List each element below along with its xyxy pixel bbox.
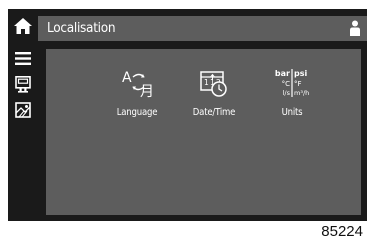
title-bar: Localisation bbox=[38, 16, 367, 41]
date-time-label: Date/Time bbox=[192, 107, 236, 118]
units-bar-text: bar bbox=[275, 69, 290, 78]
date-time-tile[interactable]: 1 1 2 Date/Time bbox=[179, 67, 249, 127]
units-fahrenheit-text: °F bbox=[294, 80, 302, 88]
menu-icon bbox=[15, 51, 31, 65]
svg-text:月: 月 bbox=[140, 84, 154, 98]
menu-button[interactable] bbox=[11, 47, 35, 69]
units-label: Units bbox=[281, 107, 303, 118]
page-title: Localisation bbox=[47, 20, 116, 36]
svg-text:1: 1 bbox=[204, 78, 209, 87]
sidebar bbox=[8, 43, 38, 221]
language-label: Language bbox=[116, 107, 158, 118]
units-ls-text: l/s bbox=[283, 89, 291, 97]
user-icon bbox=[350, 20, 360, 36]
user-button[interactable] bbox=[347, 18, 363, 38]
svg-text:A: A bbox=[122, 70, 132, 86]
map-button[interactable] bbox=[11, 99, 35, 121]
units-icon-wrap: bar psi °C °F l/s m³/h bbox=[272, 67, 312, 99]
map-icon bbox=[15, 102, 31, 118]
date-time-icon: 1 1 2 bbox=[200, 71, 227, 97]
figure-number: 85224 bbox=[321, 223, 363, 240]
top-bar: Localisation bbox=[8, 9, 367, 43]
controller-screen: Localisation A 月 Language 1 1 Date/Time … bbox=[8, 9, 367, 221]
language-icon: A 月 bbox=[122, 70, 154, 98]
units-celsius-text: °C bbox=[282, 80, 291, 88]
language-icon-wrap: A 月 bbox=[117, 67, 157, 99]
units-tile[interactable]: bar psi °C °F l/s m³/h Units bbox=[257, 67, 327, 127]
date-time-icon-wrap: 1 1 2 bbox=[194, 67, 234, 99]
language-tile[interactable]: A 月 Language bbox=[102, 67, 172, 127]
home-icon bbox=[14, 18, 32, 34]
content-panel: A 月 Language 1 1 2 bbox=[46, 49, 361, 215]
home-button[interactable] bbox=[8, 9, 38, 43]
units-m3h-text: m³/h bbox=[294, 89, 309, 97]
controller-button[interactable] bbox=[11, 73, 35, 95]
units-icon: bar psi °C °F l/s m³/h bbox=[275, 69, 309, 97]
controller-icon bbox=[15, 75, 31, 93]
units-psi-text: psi bbox=[294, 69, 307, 78]
